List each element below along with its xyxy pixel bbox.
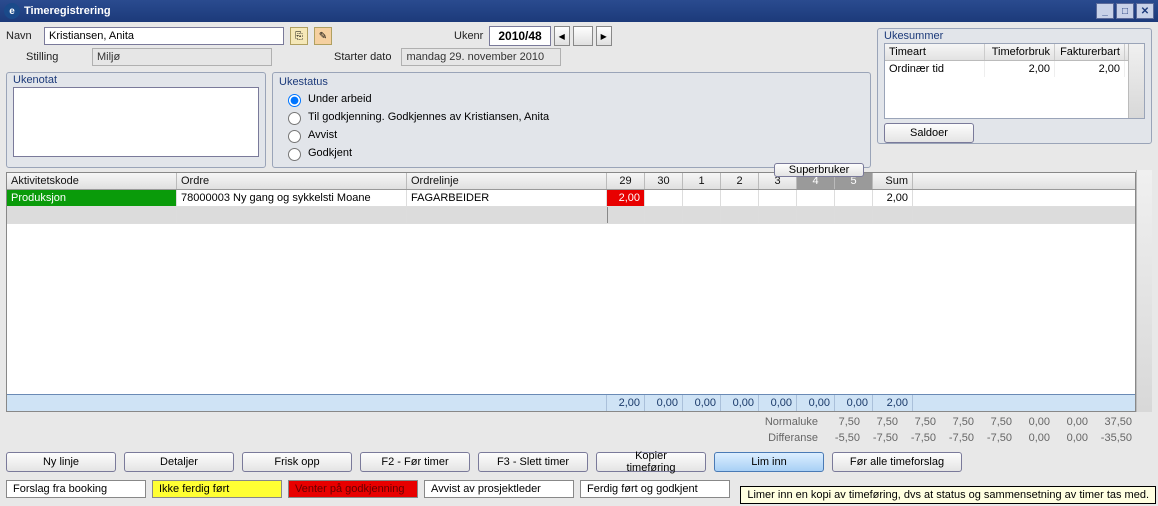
close-button[interactable]: ✕ xyxy=(1136,3,1154,19)
col-timeforbruk[interactable]: Timeforbruk xyxy=(985,44,1055,60)
radio-godkjent[interactable]: Godkjent xyxy=(283,145,864,161)
note-icon[interactable]: ✎ xyxy=(314,27,332,45)
kopier-button[interactable]: Kopier timeføring xyxy=(596,452,706,472)
col-sum[interactable]: Sum xyxy=(873,173,913,189)
legend-booking: Forslag fra booking xyxy=(6,480,146,498)
normaluke-row: Normaluke 7,50 7,50 7,50 7,50 7,50 0,00 … xyxy=(6,416,1152,428)
ukestatus-panel: Ukestatus Under arbeid Til godkjenning. … xyxy=(272,72,871,168)
maximize-button[interactable]: □ xyxy=(1116,3,1134,19)
startdato-field: mandag 29. november 2010 xyxy=(401,48,561,66)
f2-button[interactable]: F2 - Før timer xyxy=(360,452,470,472)
totals-row: 2,00 0,00 0,00 0,00 0,00 0,00 0,00 2,00 xyxy=(7,394,1135,411)
ukesummer-table: Timeart Timeforbruk Fakturerbart Ordinær… xyxy=(884,43,1145,119)
cell-sum: 2,00 xyxy=(873,190,913,206)
col-timeart[interactable]: Timeart xyxy=(885,44,985,60)
ukenr-label: Ukenr xyxy=(454,30,483,42)
col-ordre[interactable]: Ordre xyxy=(177,173,407,189)
startdato-label: Starter dato xyxy=(334,51,391,63)
empty-row[interactable] xyxy=(7,207,1135,224)
col-aktivitet[interactable]: Aktivitetskode xyxy=(7,173,177,189)
time-grid: Aktivitetskode Ordre Ordrelinje 29 30 1 … xyxy=(6,172,1136,412)
ny-linje-button[interactable]: Ny linje xyxy=(6,452,116,472)
col-day-30[interactable]: 30 xyxy=(645,173,683,189)
col-day-2[interactable]: 2 xyxy=(721,173,759,189)
col-day-1[interactable]: 1 xyxy=(683,173,721,189)
navn-label: Navn xyxy=(6,30,38,42)
grid-body xyxy=(7,224,1135,394)
ukesummer-title: Ukesummer xyxy=(884,30,1145,42)
calendar-button[interactable] xyxy=(573,26,593,46)
cell-aktivitet: Produksjon xyxy=(7,190,177,206)
titlebar: e Timeregistrering _ □ ✕ xyxy=(0,0,1158,22)
cell-linje: FAGARBEIDER xyxy=(407,190,607,206)
cell-d29[interactable]: 2,00 xyxy=(607,190,645,206)
legend-avvist: Avvist av prosjektleder xyxy=(424,480,574,498)
differanse-row: Differanse -5,50 -7,50 -7,50 -7,50 -7,50… xyxy=(6,432,1152,444)
saldoer-button[interactable]: Saldoer xyxy=(884,123,974,143)
radio-godkjenning[interactable]: Til godkjenning. Godkjennes av Kristians… xyxy=(283,109,864,125)
lim-inn-button[interactable]: Lim inn xyxy=(714,452,824,472)
radio-under-arbeid[interactable]: Under arbeid xyxy=(283,91,864,107)
legend-ferdig: Ferdig ført og godkjent xyxy=(580,480,730,498)
ukenotat-panel: Ukenotat xyxy=(6,72,266,168)
superbruker-button[interactable]: Superbruker xyxy=(774,163,864,177)
grid-scrollbar[interactable] xyxy=(1136,170,1152,412)
col-linje[interactable]: Ordrelinje xyxy=(407,173,607,189)
stilling-field: Miljø xyxy=(92,48,272,66)
tooltip: Limer inn en kopi av timeføring, dvs at … xyxy=(740,486,1156,504)
f3-button[interactable]: F3 - Slett timer xyxy=(478,452,588,472)
table-row[interactable]: Produksjon 78000003 Ny gang og sykkelsti… xyxy=(7,190,1135,207)
legend-ikke: Ikke ferdig ført xyxy=(152,480,282,498)
ukenotat-title: Ukenotat xyxy=(13,74,259,86)
minimize-button[interactable]: _ xyxy=(1096,3,1114,19)
radio-avvist[interactable]: Avvist xyxy=(283,127,864,143)
app-icon: e xyxy=(4,3,20,19)
col-fakturerbart[interactable]: Fakturerbart xyxy=(1055,44,1125,60)
detaljer-button[interactable]: Detaljer xyxy=(124,452,234,472)
stilling-label: Stilling xyxy=(26,51,86,63)
legend-venter: Venter på godkjenning xyxy=(288,480,418,498)
cell-ordre: 78000003 Ny gang og sykkelsti Moane xyxy=(177,190,407,206)
ukestatus-title: Ukestatus xyxy=(279,76,864,88)
ukesummer-panel: Ukesummer Timeart Timeforbruk Fakturerba… xyxy=(877,28,1152,144)
ukenotat-textarea[interactable] xyxy=(13,87,259,157)
table-row[interactable]: Ordinær tid 2,00 2,00 xyxy=(885,61,1144,77)
col-day-29[interactable]: 29 xyxy=(607,173,645,189)
navn-field[interactable]: Kristiansen, Anita xyxy=(44,27,284,45)
alle-button[interactable]: Før alle timeforslag xyxy=(832,452,962,472)
prev-week-button[interactable]: ◀ xyxy=(554,26,570,46)
frisk-opp-button[interactable]: Frisk opp xyxy=(242,452,352,472)
window-title: Timeregistrering xyxy=(24,5,111,17)
scrollbar[interactable] xyxy=(1128,44,1144,118)
copy-icon[interactable]: ⎘ xyxy=(290,27,308,45)
ukenr-field[interactable]: 2010/48 xyxy=(489,26,550,46)
next-week-button[interactable]: ▶ xyxy=(596,26,612,46)
